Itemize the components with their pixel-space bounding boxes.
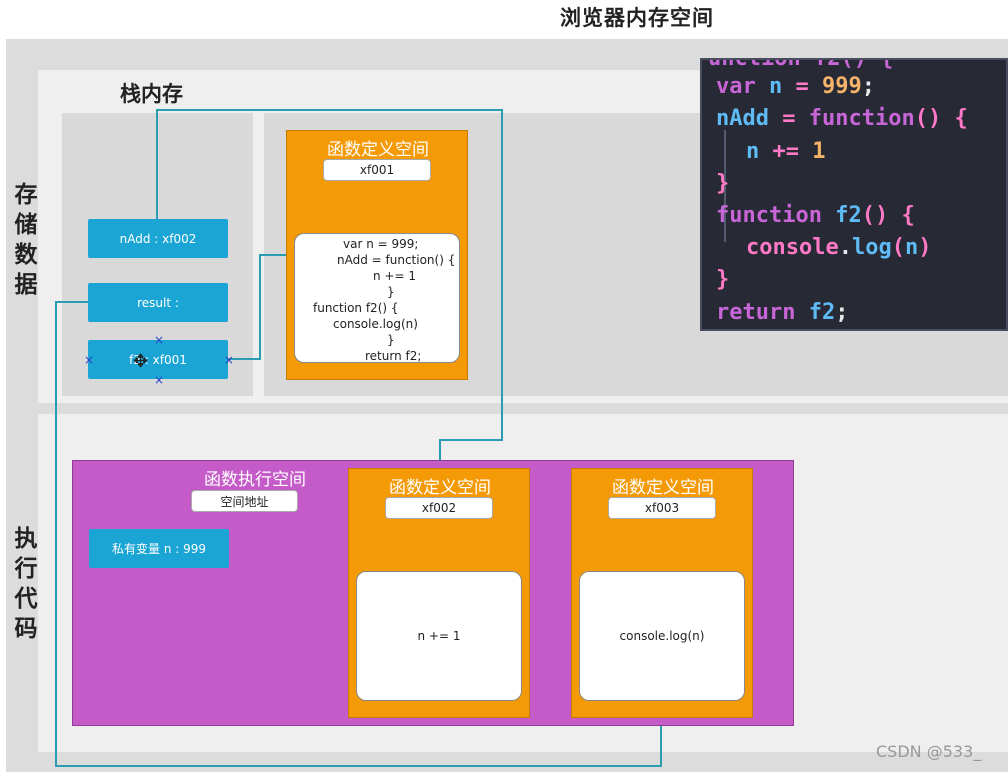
private-variable-cell[interactable]: 私有变量 n : 999 bbox=[89, 529, 229, 568]
function-body-code: console.log(n) bbox=[579, 571, 745, 701]
function-address: xf002 bbox=[385, 497, 493, 519]
code-line: } bbox=[716, 171, 730, 196]
code-line: console.log(n) bbox=[746, 235, 932, 260]
selection-handle-left-icon[interactable]: × bbox=[84, 354, 94, 366]
function-definition-space-xf001: 函数定义空间 xf001 var n = 999; nAdd = functio… bbox=[286, 130, 468, 380]
store-data-label: 存 储 数 据 bbox=[14, 182, 38, 298]
function-address: xf003 bbox=[608, 497, 716, 519]
code-line: nAdd = function() { bbox=[716, 106, 968, 131]
page-title: 浏览器内存空间 bbox=[560, 6, 714, 30]
code-line: } bbox=[716, 267, 730, 292]
move-cursor-icon: ✥ bbox=[133, 351, 149, 372]
selection-handle-bottom-icon[interactable]: × bbox=[154, 374, 164, 386]
selection-handle-top-icon[interactable]: × bbox=[154, 334, 164, 346]
code-line: return f2; bbox=[716, 300, 849, 325]
function-definition-title: 函数定义空间 bbox=[327, 140, 429, 160]
function-body-code: var n = 999; nAdd = function() { n += 1 … bbox=[294, 233, 460, 363]
execution-space-address: 空间地址 bbox=[191, 490, 298, 512]
function-definition-title: 函数定义空间 bbox=[612, 478, 714, 498]
code-line: function f2() { bbox=[716, 203, 915, 228]
function-definition-title: 函数定义空间 bbox=[389, 478, 491, 498]
function-definition-space-xf002: 函数定义空间 xf002 n += 1 bbox=[348, 468, 530, 718]
function-address: xf001 bbox=[323, 159, 431, 181]
code-line: unction f2() { bbox=[708, 58, 894, 71]
code-line: var n = 999; bbox=[716, 74, 875, 99]
stack-memory-label: 栈内存 bbox=[120, 82, 183, 106]
selection-handle-right-icon[interactable]: × bbox=[224, 354, 234, 366]
function-definition-space-xf003: 函数定义空间 xf003 console.log(n) bbox=[571, 468, 753, 718]
stack-cell-result[interactable]: result : bbox=[88, 283, 228, 322]
stack-cell-nadd[interactable]: nAdd : xf002 bbox=[88, 219, 228, 258]
code-editor-panel: unction f2() { var n = 999; nAdd = funct… bbox=[700, 58, 1008, 331]
watermark: CSDN @533_ bbox=[876, 742, 982, 761]
execution-space-title: 函数执行空间 bbox=[204, 470, 306, 490]
code-line: n += 1 bbox=[746, 139, 826, 164]
function-body-code: n += 1 bbox=[356, 571, 522, 701]
execute-code-label: 执 行 代 码 bbox=[14, 526, 38, 642]
